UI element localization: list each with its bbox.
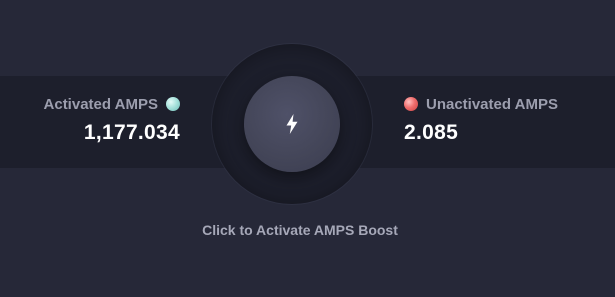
activate-boost-button[interactable] <box>244 76 340 172</box>
activated-amps-value: 1,177.034 <box>83 121 180 144</box>
activated-amps-label: Activated AMPS <box>43 95 158 113</box>
activate-boost-caption[interactable]: Click to Activate AMPS Boost <box>0 222 600 238</box>
unactivated-amps-stat: Unactivated AMPS 2.085 <box>404 94 558 145</box>
lightning-bolt-icon <box>286 114 298 134</box>
amps-boost-panel: Activated AMPS 1,177.034 Unactivated AMP… <box>0 0 615 297</box>
unactivated-amps-value: 2.085 <box>404 121 459 144</box>
activated-amps-label-row: Activated AMPS <box>44 94 180 114</box>
activated-amps-stat: Activated AMPS 1,177.034 <box>44 94 180 145</box>
activated-status-dot-icon <box>166 97 180 111</box>
unactivated-status-dot-icon <box>404 97 418 111</box>
unactivated-amps-label-row: Unactivated AMPS <box>404 94 558 114</box>
unactivated-amps-label: Unactivated AMPS <box>426 95 558 113</box>
